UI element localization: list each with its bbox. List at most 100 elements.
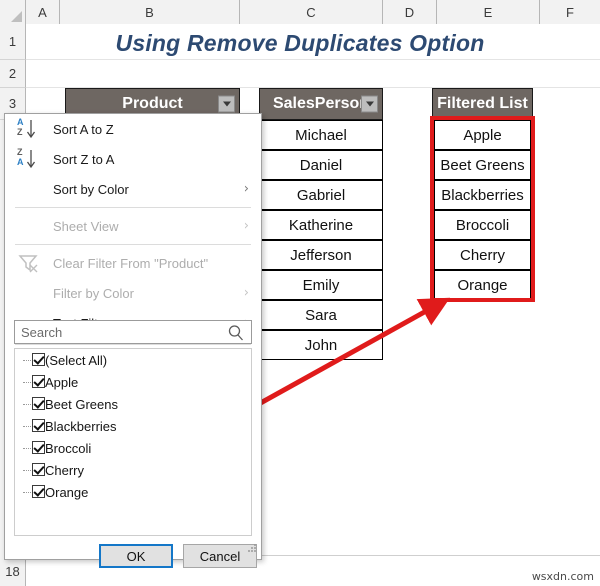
filter-list-item[interactable]: (Select All) xyxy=(15,349,251,371)
column-header-c[interactable]: C xyxy=(240,0,383,24)
menu-item-clear-filter-label: Clear Filter From "Product" xyxy=(53,255,209,271)
salesperson-cell-label: Jefferson xyxy=(290,246,352,264)
row-header-2[interactable]: 2 xyxy=(0,60,26,88)
menu-item-sort-a-to-z[interactable]: A Z Sort A to Z xyxy=(5,114,261,144)
tree-connector-icon xyxy=(23,360,31,361)
filter-list-item-label: Broccoli xyxy=(45,440,92,456)
checkbox-icon[interactable] xyxy=(32,375,45,388)
filtered-list-cell[interactable]: Orange xyxy=(434,270,531,300)
row-header-1[interactable]: 1 xyxy=(0,24,26,60)
column-header-f[interactable]: F xyxy=(540,0,600,24)
salesperson-filter-button[interactable] xyxy=(361,95,378,113)
sort-ascending-icon: A Z xyxy=(17,118,43,140)
salesperson-cell-label: Katherine xyxy=(288,216,354,234)
salesperson-cell[interactable]: Katherine xyxy=(259,210,383,240)
salesperson-cell-label: John xyxy=(304,336,338,354)
salesperson-cell[interactable]: Daniel xyxy=(259,150,383,180)
search-icon[interactable] xyxy=(227,324,245,345)
chevron-right-icon: › xyxy=(243,285,249,301)
menu-item-sort-by-color[interactable]: Sort by Color › xyxy=(5,174,261,204)
filtered-list-cell-label: Orange xyxy=(457,276,508,294)
filtered-list-cell[interactable]: Beet Greens xyxy=(434,150,531,180)
filter-list-item[interactable]: Blackberries xyxy=(15,415,251,437)
search-placeholder: Search xyxy=(21,324,63,340)
cancel-button-label: Cancel xyxy=(199,548,241,564)
column-header-d[interactable]: D xyxy=(383,0,437,24)
checkbox-icon[interactable] xyxy=(32,485,45,498)
ok-button-label: OK xyxy=(126,548,146,564)
checkbox-icon[interactable] xyxy=(32,397,45,410)
tree-connector-icon xyxy=(23,404,31,405)
filtered-list-cell-label: Cherry xyxy=(459,246,505,264)
row-header-1-label: 1 xyxy=(8,34,17,49)
chevron-right-icon: › xyxy=(243,181,249,197)
row-header-18[interactable]: 18 xyxy=(0,556,26,586)
menu-divider-2 xyxy=(15,244,251,245)
salesperson-cell-label: Gabriel xyxy=(296,186,346,204)
salesperson-cell[interactable]: John xyxy=(259,330,383,360)
filter-list-item[interactable]: Orange xyxy=(15,481,251,503)
salesperson-header-label: SalesPerson xyxy=(272,95,370,112)
checkbox-icon[interactable] xyxy=(32,441,45,454)
filter-dropdown-panel[interactable]: A Z Sort A to Z Z A Sort Z to A Sort by … xyxy=(4,113,262,568)
filter-list-item[interactable]: Cherry xyxy=(15,459,251,481)
filtered-list-header-cell: Filtered List xyxy=(432,88,533,120)
menu-item-sort-a-to-z-label: Sort A to Z xyxy=(53,121,114,137)
menu-item-sheet-view[interactable]: Sheet View › xyxy=(5,211,261,241)
filter-list-item[interactable]: Broccoli xyxy=(15,437,251,459)
select-all-corner[interactable] xyxy=(0,0,26,24)
filtered-list-cell[interactable]: Broccoli xyxy=(434,210,531,240)
filtered-list-cell[interactable]: Apple xyxy=(434,120,531,150)
filtered-list-cell-label: Apple xyxy=(463,126,502,144)
search-input[interactable]: Search xyxy=(14,320,252,344)
chevron-down-icon xyxy=(365,101,374,107)
salesperson-cell[interactable]: Michael xyxy=(259,120,383,150)
menu-item-sort-z-to-a[interactable]: Z A Sort Z to A xyxy=(5,144,261,174)
salesperson-cell[interactable]: Emily xyxy=(259,270,383,300)
salesperson-cell[interactable]: Gabriel xyxy=(259,180,383,210)
salesperson-cell[interactable]: Sara xyxy=(259,300,383,330)
filter-list-item[interactable]: Apple xyxy=(15,371,251,393)
column-header-e[interactable]: E xyxy=(437,0,540,24)
cancel-button[interactable]: Cancel xyxy=(183,544,257,568)
tree-connector-icon xyxy=(23,448,31,449)
filter-list-item-label: (Select All) xyxy=(45,352,108,368)
salesperson-cell[interactable]: Jefferson xyxy=(259,240,383,270)
filter-value-list[interactable]: (Select All) Apple Beet Greens Blackberries… xyxy=(14,348,252,536)
salesperson-header-cell[interactable]: SalesPerson xyxy=(259,88,383,120)
column-header-d-label: D xyxy=(404,4,415,20)
filtered-list-cell-label: Beet Greens xyxy=(440,156,525,174)
ok-button[interactable]: OK xyxy=(99,544,173,568)
filter-list-item-label: Blackberries xyxy=(45,418,117,434)
resize-grip[interactable] xyxy=(247,541,257,556)
checkbox-icon[interactable] xyxy=(32,353,45,366)
filtered-list-cell[interactable]: Cherry xyxy=(434,240,531,270)
filter-list-item-label: Beet Greens xyxy=(45,396,118,412)
menu-item-sort-by-color-label: Sort by Color xyxy=(53,181,129,197)
column-header-a[interactable]: A xyxy=(26,0,60,24)
filter-list-item[interactable]: Beet Greens xyxy=(15,393,251,415)
menu-item-filter-by-color[interactable]: Filter by Color › xyxy=(5,278,261,308)
clear-filter-icon xyxy=(17,253,43,273)
sort-descending-icon: Z A xyxy=(17,148,43,170)
column-header-b-label: B xyxy=(145,4,154,20)
salesperson-cell-label: Sara xyxy=(305,306,337,324)
column-header-b[interactable]: B xyxy=(60,0,240,24)
menu-item-clear-filter[interactable]: Clear Filter From "Product" xyxy=(5,248,261,278)
product-filter-button[interactable] xyxy=(218,95,235,113)
chevron-down-icon xyxy=(222,101,231,107)
tree-connector-icon xyxy=(23,492,31,493)
column-header-a-label: A xyxy=(38,4,47,20)
watermark: wsxdn.com xyxy=(531,570,594,583)
excel-worksheet: A B C D E F 1 2 3 18 Using Remove Duplic… xyxy=(0,0,600,586)
checkbox-icon[interactable] xyxy=(32,463,45,476)
tree-connector-icon xyxy=(23,470,31,471)
page-title: Using Remove Duplicates Option xyxy=(115,29,485,56)
filter-list-item-label: Apple xyxy=(45,374,79,390)
salesperson-cell-label: Emily xyxy=(302,276,340,294)
column-header-e-label: E xyxy=(483,4,493,20)
filtered-list-cell[interactable]: Blackberries xyxy=(434,180,531,210)
menu-item-filter-by-color-label: Filter by Color xyxy=(53,285,134,301)
checkbox-icon[interactable] xyxy=(32,419,45,432)
product-header-label: Product xyxy=(122,95,183,112)
